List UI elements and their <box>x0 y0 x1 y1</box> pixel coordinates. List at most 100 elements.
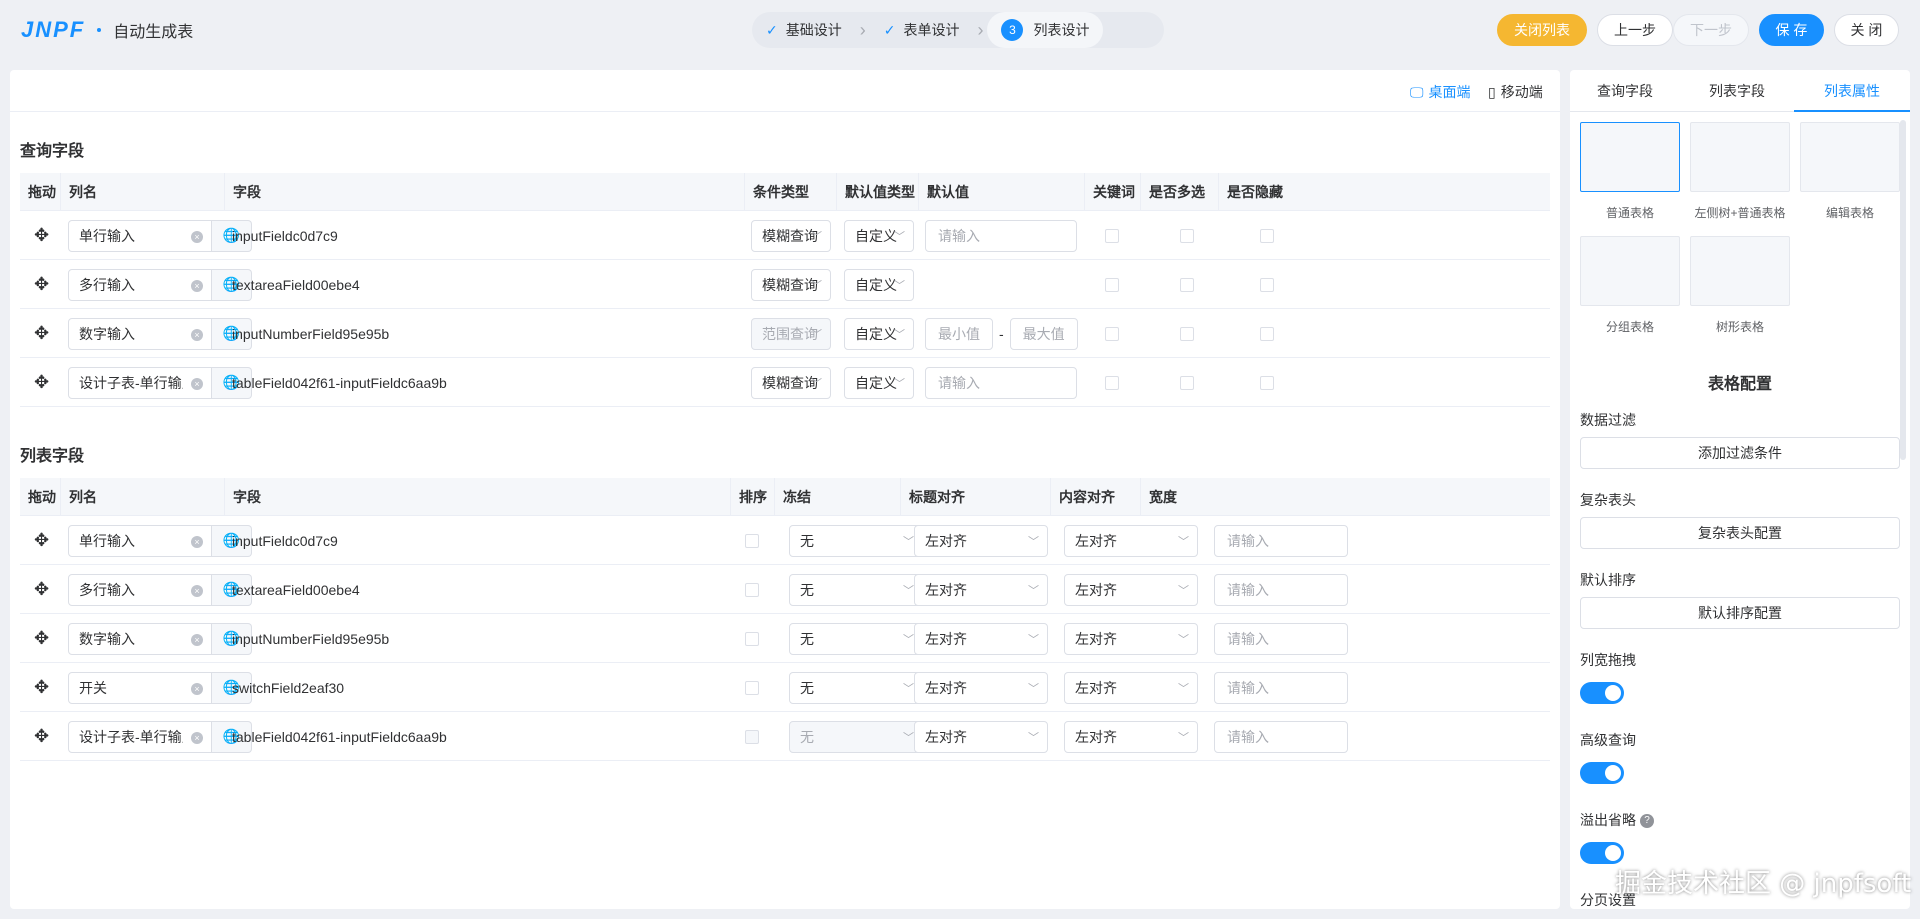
keyword-checkbox[interactable] <box>1105 326 1119 341</box>
content-align-select[interactable]: 左对齐 ﹀ <box>1064 720 1198 753</box>
cond-type-select[interactable]: 模糊查询 ﹀ <box>751 366 831 399</box>
multi-checkbox[interactable] <box>1180 277 1194 292</box>
tab-list-fields[interactable]: 列表字段 <box>1682 70 1792 112</box>
next-step-button[interactable]: 下一步 <box>1673 14 1749 46</box>
name-input[interactable]: 设计子表-单行输入× <box>68 366 212 399</box>
drag-handle[interactable]: ✥ <box>34 614 49 663</box>
clear-icon[interactable]: × <box>191 731 203 744</box>
freeze-select[interactable]: 无 ﹀ <box>789 720 923 753</box>
freeze-select[interactable]: 无 ﹀ <box>789 573 923 606</box>
drag-handle[interactable]: ✥ <box>34 358 49 407</box>
title-align-select[interactable]: 左对齐 ﹀ <box>914 671 1048 704</box>
close-list-button[interactable]: 关闭列表 <box>1497 14 1587 46</box>
drag-handle[interactable]: ✥ <box>34 663 49 712</box>
sort-checkbox[interactable] <box>745 582 759 597</box>
content-align-select[interactable]: 左对齐 ﹀ <box>1064 573 1198 606</box>
default-type-select[interactable]: 自定义 ﹀ <box>844 366 914 399</box>
name-input[interactable]: 多行输入 × <box>68 268 212 301</box>
clear-icon[interactable]: × <box>191 682 203 695</box>
tab-query-fields[interactable]: 查询字段 <box>1570 70 1680 112</box>
freeze-select[interactable]: 无 ﹀ <box>789 622 923 655</box>
layout-group-table[interactable] <box>1580 236 1680 306</box>
width-input[interactable]: 请输入 <box>1214 622 1348 655</box>
default-value-input[interactable]: 请输入 <box>925 366 1077 399</box>
width-input[interactable]: 请输入 <box>1214 720 1348 753</box>
max-value-input[interactable]: 最大值 <box>1009 317 1078 350</box>
clear-icon[interactable]: × <box>191 230 203 243</box>
width-input[interactable]: 请输入 <box>1214 573 1348 606</box>
step-basic-design[interactable]: ✓ 基础设计 <box>752 12 856 48</box>
freeze-select[interactable]: 无 ﹀ <box>789 524 923 557</box>
name-input[interactable]: 数字输入 × <box>68 317 212 350</box>
content-align-select[interactable]: 左对齐 ﹀ <box>1064 671 1198 704</box>
name-input[interactable]: 单行输入 × <box>68 524 212 557</box>
cond-type-select[interactable]: 模糊查询 ﹀ <box>751 268 831 301</box>
title-align-select[interactable]: 左对齐 ﹀ <box>914 720 1048 753</box>
keyword-checkbox[interactable] <box>1105 375 1119 390</box>
default-sort-button[interactable]: 默认排序配置 <box>1580 597 1900 629</box>
sort-checkbox[interactable] <box>745 533 759 548</box>
clear-icon[interactable]: × <box>191 377 203 390</box>
keyword-checkbox[interactable] <box>1105 228 1119 243</box>
clear-icon[interactable]: × <box>191 328 203 341</box>
clear-icon[interactable]: × <box>191 535 203 548</box>
name-input[interactable]: 设计子表-单行输入× <box>68 720 212 753</box>
cond-type-select[interactable]: 模糊查询 ﹀ <box>751 219 831 252</box>
layout-treegrid-table[interactable] <box>1690 236 1790 306</box>
width-input[interactable]: 请输入 <box>1214 524 1348 557</box>
step-list-design[interactable]: 3 列表设计 <box>987 12 1104 48</box>
complex-header-button[interactable]: 复杂表头配置 <box>1580 517 1900 549</box>
min-value-input[interactable]: 最小值 <box>925 317 993 350</box>
content-align-select[interactable]: 左对齐 ﹀ <box>1064 524 1198 557</box>
title-align-select[interactable]: 左对齐 ﹀ <box>914 573 1048 606</box>
hidden-checkbox[interactable] <box>1260 277 1274 292</box>
title-align-select[interactable]: 左对齐 ﹀ <box>914 622 1048 655</box>
clear-icon[interactable]: × <box>191 633 203 646</box>
multi-checkbox[interactable] <box>1180 326 1194 341</box>
hidden-checkbox[interactable] <box>1260 326 1274 341</box>
adv-query-switch[interactable] <box>1580 762 1624 784</box>
width-input[interactable]: 请输入 <box>1214 671 1348 704</box>
hidden-checkbox[interactable] <box>1260 375 1274 390</box>
title-align-select[interactable]: 左对齐 ﹀ <box>914 524 1048 557</box>
save-button[interactable]: 保 存 <box>1759 14 1824 46</box>
default-value-input[interactable]: 请输入 <box>925 219 1077 252</box>
cond-type-select[interactable]: 范围查询 ﹀ <box>751 317 831 350</box>
drag-handle[interactable]: ✥ <box>34 516 49 565</box>
freeze-select[interactable]: 无 ﹀ <box>789 671 923 704</box>
question-icon[interactable]: ? <box>1640 814 1654 829</box>
sort-checkbox[interactable] <box>745 680 759 695</box>
drag-handle[interactable]: ✥ <box>34 260 49 309</box>
name-input[interactable]: 数字输入 × <box>68 622 212 655</box>
mobile-tab[interactable]: ▯ 移动端 <box>1488 82 1543 102</box>
keyword-checkbox[interactable] <box>1105 277 1119 292</box>
default-type-select[interactable]: 自定义 ﹀ <box>844 219 914 252</box>
name-input[interactable]: 开关 × <box>68 671 212 704</box>
scrollbar[interactable] <box>1900 120 1906 460</box>
sort-checkbox[interactable] <box>745 631 759 646</box>
sort-checkbox[interactable] <box>745 729 759 744</box>
drag-handle[interactable]: ✥ <box>34 565 49 614</box>
layout-normal-table[interactable] <box>1580 122 1680 192</box>
layout-tree-table[interactable] <box>1690 122 1790 192</box>
multi-checkbox[interactable] <box>1180 375 1194 390</box>
add-filter-button[interactable]: 添加过滤条件 <box>1580 437 1900 469</box>
default-type-select[interactable]: 自定义 ﹀ <box>844 268 914 301</box>
content-align-select[interactable]: 左对齐 ﹀ <box>1064 622 1198 655</box>
name-input[interactable]: 单行输入 × <box>68 219 212 252</box>
hidden-checkbox[interactable] <box>1260 228 1274 243</box>
overflow-switch[interactable] <box>1580 842 1624 864</box>
drag-handle[interactable]: ✥ <box>34 712 49 761</box>
col-drag-switch[interactable] <box>1580 682 1624 704</box>
desktop-tab[interactable]: 🖵 桌面端 <box>1410 82 1471 102</box>
tab-list-properties[interactable]: 列表属性 <box>1794 70 1910 112</box>
clear-icon[interactable]: × <box>191 584 203 597</box>
name-input[interactable]: 多行输入 × <box>68 573 212 606</box>
multi-checkbox[interactable] <box>1180 228 1194 243</box>
default-type-select[interactable]: 自定义 ﹀ <box>844 317 914 350</box>
drag-handle[interactable]: ✥ <box>34 309 49 358</box>
drag-handle[interactable]: ✥ <box>34 211 49 260</box>
close-button[interactable]: 关 闭 <box>1834 14 1899 46</box>
clear-icon[interactable]: × <box>191 279 203 292</box>
layout-edit-table[interactable] <box>1800 122 1900 192</box>
